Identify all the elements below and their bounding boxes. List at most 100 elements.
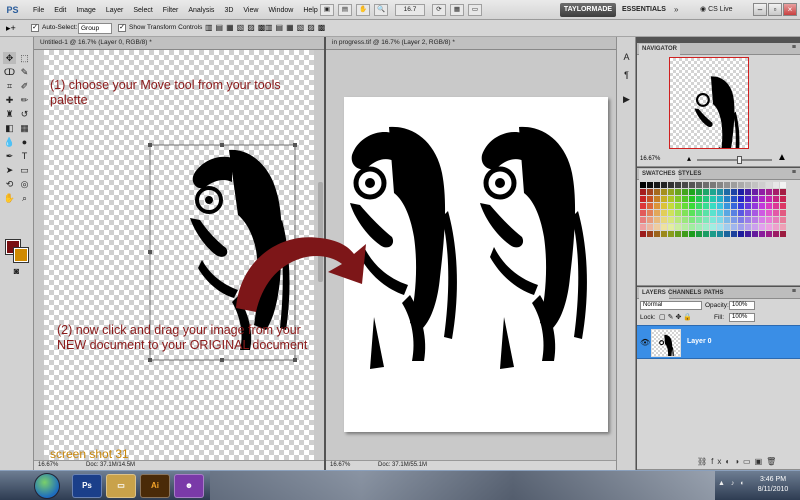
color-swatch[interactable]: [661, 224, 667, 230]
color-swatch[interactable]: [710, 224, 716, 230]
taskbar-clock[interactable]: 3:46 PM 8/11/2010: [748, 475, 798, 495]
color-swatch[interactable]: [766, 196, 772, 202]
start-button-icon[interactable]: [34, 473, 60, 499]
color-swatch[interactable]: [738, 210, 744, 216]
color-swatch[interactable]: [675, 231, 681, 237]
color-swatch[interactable]: [752, 231, 758, 237]
color-swatch[interactable]: [717, 224, 723, 230]
color-swatch[interactable]: [710, 182, 716, 188]
color-swatch[interactable]: [745, 217, 751, 223]
move-tool-icon[interactable]: ✥: [3, 52, 16, 64]
move-tool-preset-icon[interactable]: ▸+: [6, 23, 16, 34]
color-swatch[interactable]: [724, 231, 730, 237]
tab-navigator[interactable]: NAVIGATOR: [639, 44, 681, 55]
menu-window[interactable]: Window: [263, 7, 298, 14]
color-swatch[interactable]: [752, 203, 758, 209]
show-transform-checkbox[interactable]: ✓: [118, 24, 126, 32]
color-swatch[interactable]: [640, 224, 646, 230]
color-swatch[interactable]: [731, 231, 737, 237]
color-swatch[interactable]: [640, 182, 646, 188]
mini-bridge-icon[interactable]: ▤: [338, 4, 352, 16]
color-swatch[interactable]: [696, 203, 702, 209]
lasso-tool-icon[interactable]: ↀ: [3, 66, 16, 78]
color-swatch[interactable]: [696, 189, 702, 195]
color-swatch[interactable]: [668, 210, 674, 216]
color-swatch[interactable]: [647, 210, 653, 216]
color-swatch[interactable]: [703, 224, 709, 230]
color-swatch[interactable]: [689, 196, 695, 202]
color-swatch[interactable]: [640, 231, 646, 237]
color-swatch[interactable]: [717, 196, 723, 202]
pen-tool-icon[interactable]: ✒: [3, 150, 16, 162]
color-swatch[interactable]: [640, 210, 646, 216]
color-swatch[interactable]: [661, 210, 667, 216]
zoom-tool-icon[interactable]: ⌕: [18, 192, 31, 204]
color-swatch[interactable]: [710, 203, 716, 209]
color-swatch[interactable]: [717, 182, 723, 188]
color-swatch[interactable]: [745, 182, 751, 188]
zoom-in-icon[interactable]: ▲: [777, 152, 787, 163]
color-swatch[interactable]: [773, 182, 779, 188]
menu-select[interactable]: Select: [128, 7, 157, 14]
color-swatch[interactable]: [689, 231, 695, 237]
document-tab-in-progress[interactable]: in progress.tif @ 16.7% (Layer 2, RGB/8)…: [326, 37, 616, 50]
color-swatch[interactable]: [773, 224, 779, 230]
color-swatch[interactable]: [654, 189, 660, 195]
color-swatch[interactable]: [724, 189, 730, 195]
marquee-tool-icon[interactable]: ⬚: [18, 52, 31, 64]
color-swatch[interactable]: [773, 196, 779, 202]
color-swatch[interactable]: [766, 203, 772, 209]
color-swatch[interactable]: [780, 210, 786, 216]
color-swatch[interactable]: [773, 210, 779, 216]
color-swatch[interactable]: [647, 224, 653, 230]
color-swatch[interactable]: [682, 210, 688, 216]
color-swatch[interactable]: [759, 210, 765, 216]
screen-mode-icon[interactable]: ▭: [468, 4, 482, 16]
color-swatch[interactable]: [766, 182, 772, 188]
eraser-tool-icon[interactable]: ◧: [3, 122, 16, 134]
color-swatch[interactable]: [738, 231, 744, 237]
color-swatch[interactable]: [675, 224, 681, 230]
background-color-swatch[interactable]: [13, 247, 29, 263]
color-swatch[interactable]: [696, 224, 702, 230]
color-swatch[interactable]: [640, 217, 646, 223]
clone-stamp-tool-icon[interactable]: ♜: [3, 108, 16, 120]
color-swatch[interactable]: [780, 231, 786, 237]
color-swatch[interactable]: [766, 217, 772, 223]
quick-mask-icon[interactable]: ◙: [10, 265, 23, 277]
color-swatch[interactable]: [724, 224, 730, 230]
document-canvas-in-progress[interactable]: [344, 97, 608, 432]
color-swatch[interactable]: [675, 217, 681, 223]
color-swatch[interactable]: [682, 231, 688, 237]
menu-layer[interactable]: Layer: [101, 7, 129, 14]
color-swatch[interactable]: [647, 217, 653, 223]
eyedropper-tool-icon[interactable]: ✐: [18, 80, 31, 92]
type-tool-icon[interactable]: T: [18, 150, 31, 162]
color-swatch[interactable]: [752, 196, 758, 202]
color-swatch[interactable]: [780, 224, 786, 230]
color-swatch[interactable]: [682, 203, 688, 209]
auto-select-checkbox[interactable]: ✓: [31, 24, 39, 32]
color-swatch[interactable]: [738, 217, 744, 223]
color-swatch[interactable]: [717, 210, 723, 216]
color-swatch[interactable]: [759, 189, 765, 195]
color-swatch[interactable]: [724, 203, 730, 209]
layer-row-layer-0[interactable]: 👁 Layer 0: [637, 325, 800, 365]
color-swatch[interactable]: [710, 196, 716, 202]
tab-styles[interactable]: STYLES: [675, 169, 704, 180]
color-swatch[interactable]: [696, 210, 702, 216]
color-swatch[interactable]: [724, 210, 730, 216]
menu-edit[interactable]: Edit: [49, 7, 71, 14]
color-swatch[interactable]: [752, 182, 758, 188]
zoom-out-icon[interactable]: ▴: [687, 154, 691, 163]
color-swatch[interactable]: [759, 203, 765, 209]
zoom-level-field[interactable]: 16.7: [395, 4, 425, 16]
color-swatch[interactable]: [689, 203, 695, 209]
rotate-view-icon[interactable]: ⟳: [432, 4, 446, 16]
layer-actions-icons[interactable]: ⛓fx◐◑▭▣🗑: [697, 457, 780, 466]
dodge-tool-icon[interactable]: ●: [18, 136, 31, 148]
color-swatch[interactable]: [773, 189, 779, 195]
quick-select-tool-icon[interactable]: ✎: [18, 66, 31, 78]
color-swatch[interactable]: [731, 224, 737, 230]
color-swatch[interactable]: [654, 203, 660, 209]
